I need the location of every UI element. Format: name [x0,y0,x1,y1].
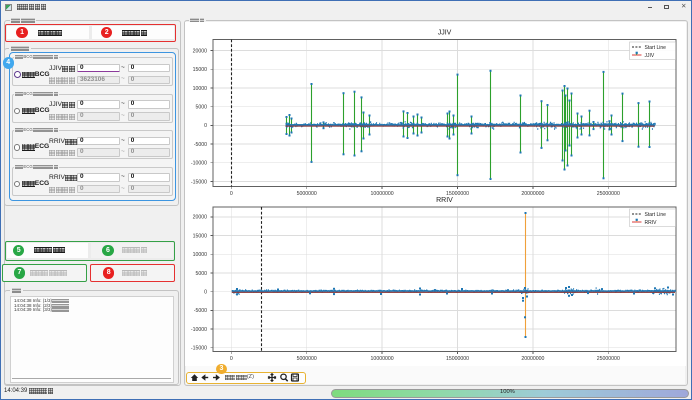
svg-text:10000000: 10000000 [371,191,394,197]
svg-text:25000000: 25000000 [597,191,620,197]
svg-text:20000: 20000 [193,48,208,54]
svg-text:Start Line: Start Line [645,212,667,218]
svg-text:Start Line: Start Line [645,45,667,51]
svg-text:JJIV: JJIV [438,29,452,36]
svg-text:15000: 15000 [193,233,208,239]
svg-text:RRIV: RRIV [645,220,658,226]
svg-text:-10000: -10000 [191,160,207,166]
svg-text:-15000: -15000 [191,345,207,351]
svg-text:5000: 5000 [195,270,207,276]
svg-text:0: 0 [204,123,207,129]
svg-text:5000: 5000 [195,104,207,110]
svg-text:10000: 10000 [193,85,208,91]
svg-text:RRIV: RRIV [436,197,453,204]
svg-text:10000000: 10000000 [371,356,394,362]
svg-text:0: 0 [230,356,233,362]
svg-text:-10000: -10000 [191,326,207,332]
svg-text:20000: 20000 [193,214,208,220]
svg-text:0: 0 [204,289,207,295]
svg-text:5000000: 5000000 [297,356,317,362]
svg-text:-5000: -5000 [194,141,207,147]
svg-text:25000000: 25000000 [597,356,620,362]
svg-text:20000000: 20000000 [521,191,544,197]
svg-text:10000: 10000 [193,252,208,258]
svg-text:15000: 15000 [193,67,208,73]
svg-text:-5000: -5000 [194,308,207,314]
svg-text:0: 0 [230,191,233,197]
svg-text:JJIV: JJIV [645,53,655,59]
svg-text:-15000: -15000 [191,179,207,185]
svg-text:5000000: 5000000 [297,191,317,197]
svg-text:20000000: 20000000 [521,356,544,362]
svg-text:15000000: 15000000 [446,356,469,362]
